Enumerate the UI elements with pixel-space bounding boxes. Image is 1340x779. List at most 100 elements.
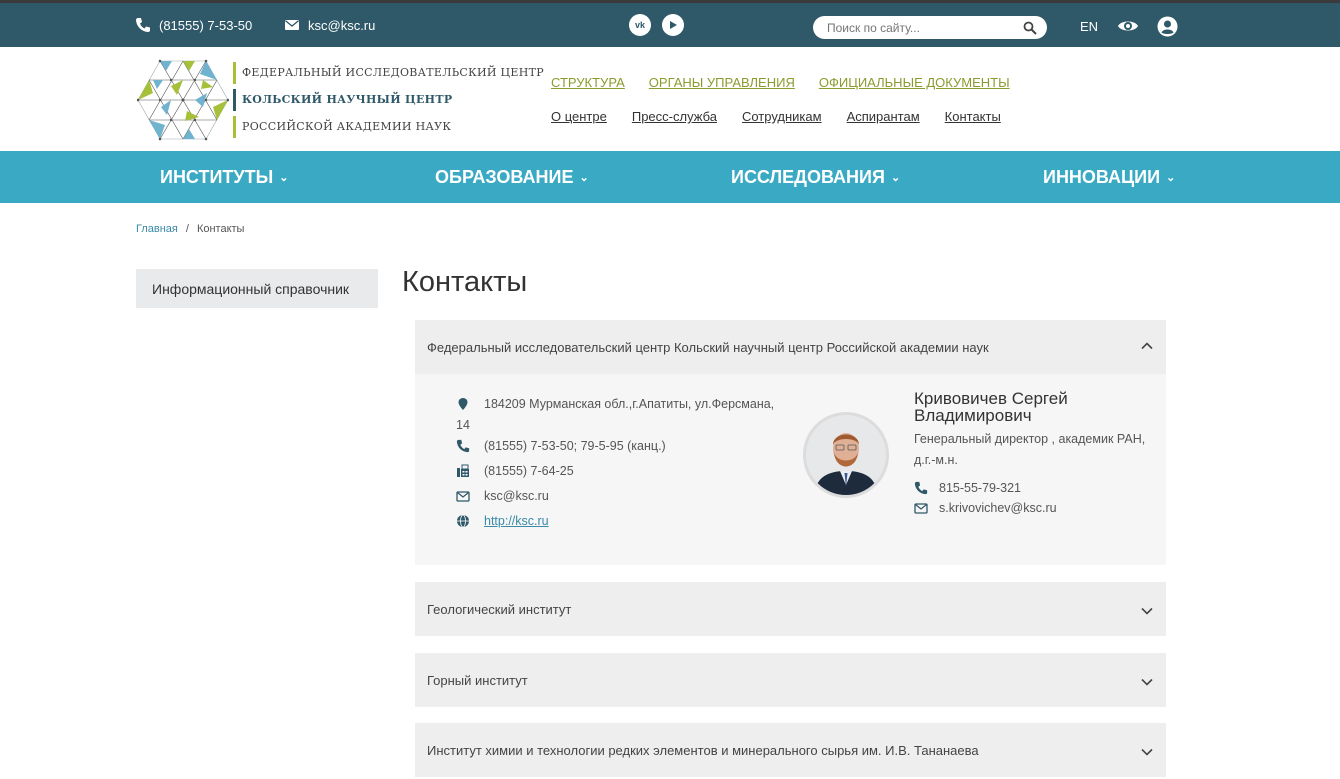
- contact-phone: (81555) 7-53-50; 79-5-95 (канц.): [456, 439, 666, 453]
- chevron-down-icon: ⌄: [279, 171, 289, 184]
- envelope-icon: [285, 20, 299, 30]
- nav-research-label: ИССЛЕДОВАНИЯ: [731, 166, 885, 187]
- accordion-header[interactable]: Федеральный исследовательский центр Коль…: [415, 320, 1166, 374]
- chevron-down-icon: ⌄: [890, 171, 901, 184]
- nav-research[interactable]: ИССЛЕДОВАНИЯ ⌄: [731, 151, 900, 203]
- contact-email-text: ksc@ksc.ru: [484, 489, 549, 503]
- phone-icon: [136, 18, 150, 32]
- chevron-down-icon: ⌄: [1166, 171, 1176, 184]
- breadcrumb: Главная / Контакты: [136, 223, 244, 235]
- accordion-title: Горный институт: [427, 672, 528, 688]
- breadcrumb-separator: /: [185, 223, 189, 235]
- address-line-1: 184209 Мурманская обл.,г.Апатиты, ул.Фер…: [484, 397, 775, 411]
- logo-line-2: Кольский научный центр: [233, 86, 544, 113]
- director-position-line-2: д.г.-м.н.: [914, 453, 958, 467]
- page-title: Контакты: [402, 266, 528, 298]
- search-icon[interactable]: [1023, 21, 1037, 35]
- link-governance[interactable]: ОРГАНЫ УПРАВЛЕНИЯ: [649, 75, 795, 90]
- director-position-line-1: Генеральный директор , академик РАН,: [914, 432, 1146, 446]
- search-input[interactable]: [827, 20, 1023, 35]
- logo-line-2-text: Кольский научный центр: [242, 93, 453, 106]
- logo-line-3-text: Российской академии наук: [242, 120, 452, 133]
- nav-education-label: ОБРАЗОВАНИЕ: [435, 166, 574, 187]
- accordion-chemistry-institute: Институт химии и технологии редких элеме…: [415, 723, 1166, 777]
- chevron-down-icon: ⌄: [579, 171, 589, 184]
- chevron-down-icon[interactable]: [1140, 745, 1154, 759]
- accordion-ksc: Федеральный исследовательский центр Коль…: [415, 320, 1166, 565]
- language-switch[interactable]: EN: [1080, 3, 1098, 50]
- play-icon: [670, 21, 677, 29]
- chevron-down-icon[interactable]: [1140, 675, 1154, 689]
- link-employees[interactable]: Сотрудникам: [742, 109, 822, 124]
- director-email-text: s.krivovichev@ksc.ru: [939, 501, 1057, 515]
- logo-line-1-text: Федеральный исследовательский центр: [242, 66, 544, 79]
- nav-innovations[interactable]: ИННОВАЦИИ ⌄: [1043, 151, 1175, 203]
- logo-line-1: Федеральный исследовательский центр: [233, 59, 544, 86]
- breadcrumb-home[interactable]: Главная: [136, 223, 178, 235]
- address-line-2: 14: [456, 418, 470, 432]
- contact-site-link[interactable]: http://ksc.ru: [484, 514, 549, 528]
- envelope-icon: [914, 503, 928, 514]
- chevron-down-icon[interactable]: [1140, 604, 1154, 618]
- top-phone[interactable]: (81555) 7-53-50: [135, 3, 252, 47]
- accordion-body: 184209 Мурманская обл.,г.Апатиты, ул.Фер…: [415, 374, 1166, 565]
- chevron-up-icon[interactable]: [1140, 339, 1154, 353]
- nav-innovations-label: ИННОВАЦИИ: [1043, 166, 1161, 187]
- contact-fax: (81555) 7-64-25: [456, 464, 574, 478]
- contact-site: http://ksc.ru: [456, 514, 549, 528]
- link-official-documents[interactable]: ОФИЦИАЛЬНЫЕ ДОКУМЕНТЫ: [819, 75, 1010, 90]
- contact-phone-text: (81555) 7-53-50; 79-5-95 (канц.): [484, 439, 666, 453]
- nav-institutes[interactable]: ИНСТИТУТЫ ⌄: [160, 151, 288, 203]
- site-header: Федеральный исследовательский центр Коль…: [0, 47, 1340, 151]
- director-phone: 815-55-79-321: [914, 481, 1021, 495]
- top-email[interactable]: ksc@ksc.ru: [284, 3, 375, 47]
- link-contacts[interactable]: Контакты: [945, 109, 1001, 124]
- phone-icon: [914, 481, 928, 495]
- person-portrait-icon: [806, 415, 886, 495]
- accordion-header[interactable]: Геологический институт: [415, 582, 1166, 636]
- contact-address-text: 184209 Мурманская обл.,г.Апатиты, ул.Фер…: [456, 394, 775, 436]
- secondary-links: О центре Пресс-служба Сотрудникам Аспира…: [551, 109, 1001, 124]
- logo-line-3: Российской академии наук: [233, 113, 544, 140]
- breadcrumb-current: Контакты: [196, 223, 245, 235]
- vk-icon[interactable]: vk: [629, 14, 651, 36]
- accordion-header[interactable]: Институт химии и технологии редких элеме…: [415, 723, 1166, 777]
- accessibility-eye-icon[interactable]: [1117, 17, 1139, 35]
- nav-institutes-label: ИНСТИТУТЫ: [160, 166, 274, 187]
- accordion-mining-institute: Горный институт: [415, 653, 1166, 707]
- director-phone-text: 815-55-79-321: [939, 481, 1022, 495]
- contact-fax-text: (81555) 7-64-25: [484, 464, 574, 478]
- director-position: Генеральный директор , академик РАН, д.г…: [914, 429, 1154, 471]
- top-phone-text: (81555) 7-53-50: [159, 17, 253, 33]
- logo-icon[interactable]: [137, 59, 229, 141]
- director-email: s.krivovichev@ksc.ru: [914, 501, 1057, 515]
- nav-education[interactable]: ОБРАЗОВАНИЕ ⌄: [435, 151, 589, 203]
- sidebar-item-directory[interactable]: Информационный справочник: [136, 269, 378, 308]
- director-name-line-2: Владимирович: [914, 406, 1032, 425]
- link-press[interactable]: Пресс-служба: [632, 109, 717, 124]
- director-photo: [803, 412, 889, 498]
- youtube-icon[interactable]: [662, 14, 684, 36]
- contact-email: ksc@ksc.ru: [456, 489, 549, 503]
- primary-links: СТРУКТУРА ОРГАНЫ УПРАВЛЕНИЯ ОФИЦИАЛЬНЫЕ …: [551, 75, 1010, 90]
- sidebar-item-label: Информационный справочник: [152, 280, 350, 297]
- link-postgraduates[interactable]: Аспирантам: [847, 109, 920, 124]
- phone-icon: [456, 439, 470, 453]
- accordion-header[interactable]: Горный институт: [415, 653, 1166, 707]
- director-name: Кривовичев Сергей Владимирович: [914, 390, 1068, 424]
- globe-icon: [457, 514, 469, 528]
- link-about[interactable]: О центре: [551, 109, 607, 124]
- accordion-title: Геологический институт: [427, 601, 572, 617]
- accordion-geological-institute: Геологический институт: [415, 582, 1166, 636]
- accordion-title: Федеральный исследовательский центр Коль…: [427, 339, 989, 355]
- top-bar: (81555) 7-53-50 ksc@ksc.ru vk EN: [0, 0, 1340, 47]
- contact-address: 184209 Мурманская обл.,г.Апатиты, ул.Фер…: [456, 394, 786, 436]
- link-structure[interactable]: СТРУКТУРА: [551, 75, 625, 90]
- fax-icon: [457, 464, 469, 477]
- logo-text[interactable]: Федеральный исследовательский центр Коль…: [233, 59, 544, 140]
- envelope-icon: [456, 491, 470, 502]
- accordion-title: Институт химии и технологии редких элеме…: [427, 742, 979, 758]
- user-icon[interactable]: [1157, 16, 1178, 37]
- site-search[interactable]: [813, 16, 1047, 39]
- top-email-text: ksc@ksc.ru: [308, 17, 376, 33]
